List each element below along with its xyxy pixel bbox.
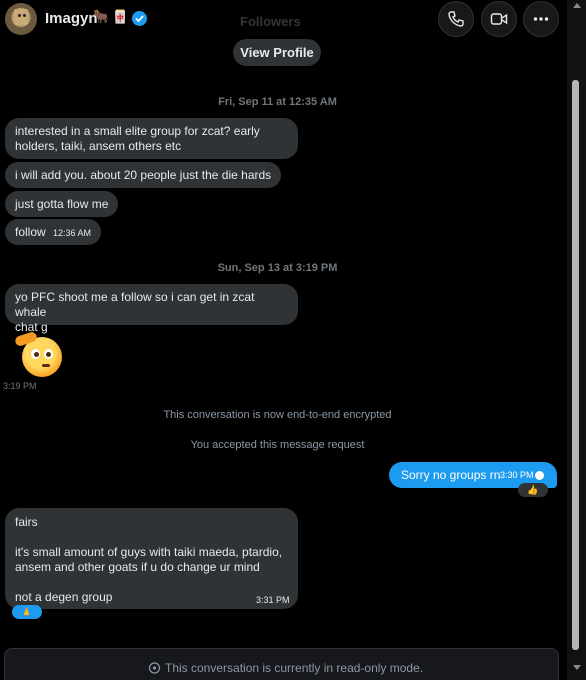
conversation-header: Imagyn 🐂 🀄 Followers bbox=[0, 0, 586, 40]
contact-name[interactable]: Imagyn bbox=[45, 10, 98, 27]
message-text: just gotta flow me bbox=[15, 197, 109, 211]
mahjong-emoji-icon: 🀄 bbox=[112, 9, 129, 24]
followers-label: Followers bbox=[240, 14, 301, 29]
message-bubble[interactable]: just gotta flow me bbox=[5, 191, 119, 217]
message-time: 3:19 PM bbox=[3, 381, 37, 391]
phone-icon bbox=[448, 11, 464, 27]
thumbs-up-reaction-icon[interactable]: 👍 bbox=[518, 483, 548, 497]
scrollbar-thumb[interactable] bbox=[572, 80, 579, 650]
message-text: not a degen group bbox=[15, 590, 113, 604]
date-separator: Fri, Sep 11 at 12:35 AM bbox=[218, 96, 337, 108]
message-text: follow bbox=[15, 225, 46, 239]
message-text: it's small amount of guys with taiki mae… bbox=[15, 545, 283, 559]
call-button[interactable] bbox=[438, 1, 474, 37]
request-accepted-notice: You accepted this message request bbox=[190, 439, 365, 451]
message-text: Sorry no groups rn bbox=[401, 468, 501, 482]
message-time: 12:36 AM bbox=[53, 228, 92, 238]
read-only-text: This conversation is currently in read-o… bbox=[165, 661, 424, 675]
message-text: i will add you. about 20 people just the… bbox=[15, 168, 272, 182]
date-separator: Sun, Sep 13 at 3:19 PM bbox=[217, 262, 338, 274]
scroll-down-arrow-icon[interactable] bbox=[573, 665, 581, 670]
message-bubble[interactable]: i will add you. about 20 people just the… bbox=[5, 162, 282, 188]
message-text: ansem and other goats if u do change ur … bbox=[15, 560, 260, 574]
eye-icon bbox=[148, 662, 161, 674]
verified-badge-icon bbox=[132, 11, 147, 26]
message-text: interested in a small elite group for zc… bbox=[15, 124, 260, 138]
more-options-button[interactable] bbox=[523, 1, 559, 37]
more-icon bbox=[533, 17, 549, 21]
message-bubble[interactable]: fairs it's small amount of guys with tai… bbox=[5, 508, 298, 609]
message-bubble[interactable]: interested in a small elite group for zc… bbox=[5, 118, 298, 159]
video-icon bbox=[490, 13, 508, 25]
ox-emoji-icon: 🐂 bbox=[93, 9, 110, 24]
message-text: holders, taiki, ansem others etc bbox=[15, 139, 182, 153]
praying-hands-reaction-icon[interactable]: 🙏 bbox=[12, 605, 42, 619]
view-profile-button[interactable]: View Profile bbox=[233, 39, 321, 66]
video-call-button[interactable] bbox=[481, 1, 517, 37]
message-text: yo PFC shoot me a follow so i can get in… bbox=[15, 290, 255, 319]
seen-check-icon bbox=[535, 471, 544, 480]
read-only-banner: This conversation is currently in read-o… bbox=[4, 648, 559, 680]
saluting-face-sticker-icon[interactable] bbox=[13, 330, 64, 378]
scroll-up-arrow-icon[interactable] bbox=[573, 3, 581, 8]
message-bubble[interactable]: follow 12:36 AM bbox=[5, 219, 102, 245]
avatar[interactable] bbox=[5, 3, 37, 35]
message-bubble[interactable]: yo PFC shoot me a follow so i can get in… bbox=[5, 284, 298, 334]
encryption-notice: This conversation is now end-to-end encr… bbox=[163, 409, 392, 421]
message-time: 3:31 PM bbox=[256, 595, 290, 605]
message-text: fairs bbox=[15, 515, 38, 529]
message-text: chat g bbox=[15, 320, 48, 334]
